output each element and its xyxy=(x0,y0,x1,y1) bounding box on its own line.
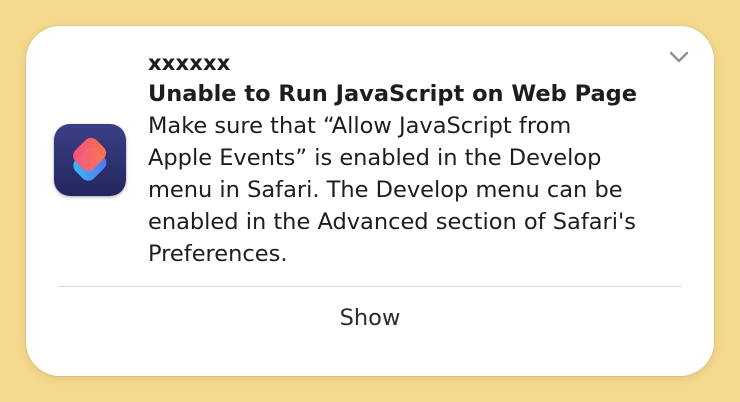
chevron-down-icon[interactable] xyxy=(666,44,692,70)
shortcuts-app-icon xyxy=(54,124,126,196)
notification-banner[interactable]: xxxxxx Unable to Run JavaScript on Web P… xyxy=(26,26,714,376)
notification-content: xxxxxx Unable to Run JavaScript on Web P… xyxy=(148,48,688,270)
desktop-background: xxxxxx Unable to Run JavaScript on Web P… xyxy=(0,0,740,402)
notification-title: Unable to Run JavaScript on Web Page xyxy=(148,81,638,107)
notification-body-line: Preferences. xyxy=(148,241,288,267)
notification-body-line: Make sure that “Allow JavaScript from xyxy=(148,113,572,139)
notification-body-line: enabled in the Advanced section of Safar… xyxy=(148,209,636,235)
notification-body-line: Apple Events” is enabled in the Develop xyxy=(148,145,602,171)
notification-body-line: menu in Safari. The Develop menu can be xyxy=(148,177,623,203)
show-button[interactable]: Show xyxy=(26,288,714,348)
app-name: xxxxxx xyxy=(148,51,231,75)
divider xyxy=(58,286,682,287)
